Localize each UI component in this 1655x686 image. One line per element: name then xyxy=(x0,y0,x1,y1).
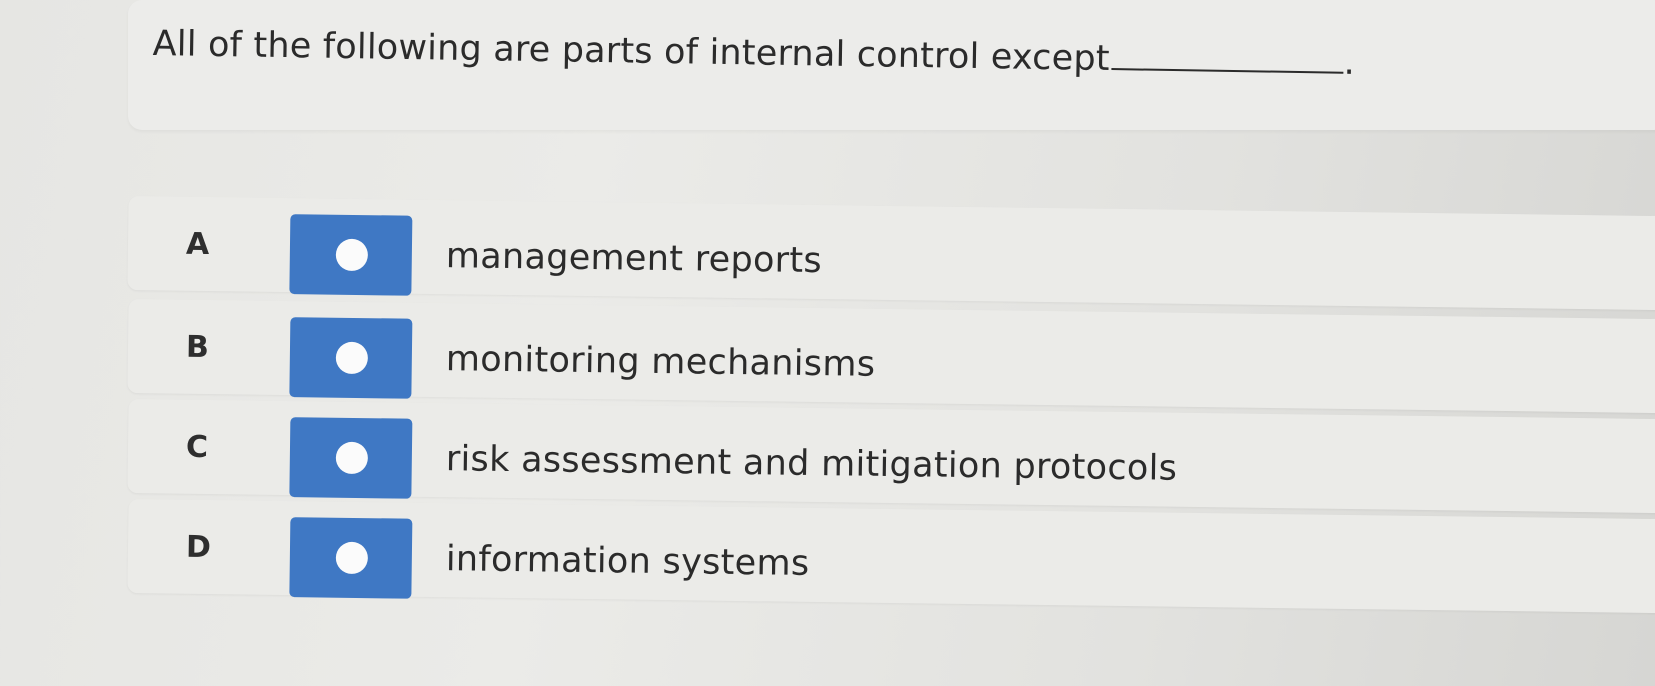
radio-button-a[interactable] xyxy=(289,214,413,296)
radio-button-icon xyxy=(335,238,369,272)
radio-button-c[interactable] xyxy=(289,417,413,499)
answer-option-a[interactable]: A management reports xyxy=(127,196,1655,311)
answer-option-b[interactable]: B monitoring mechanisms xyxy=(127,299,1655,414)
answer-text: monitoring mechanisms xyxy=(445,339,876,385)
radio-button-b[interactable] xyxy=(289,317,413,399)
answer-text: risk assessment and mitigation protocols xyxy=(445,439,1178,489)
answer-letter: B xyxy=(185,329,210,366)
answer-option-c[interactable]: C risk assessment and mitigation protoco… xyxy=(127,399,1655,514)
answer-option-d[interactable]: D information systems xyxy=(127,499,1655,614)
answer-text: information systems xyxy=(445,539,810,584)
answer-letter: A xyxy=(185,226,210,263)
answer-letter: D xyxy=(185,529,212,566)
question-end-punctuation: . xyxy=(1343,42,1356,83)
answer-letter: C xyxy=(185,429,209,466)
answer-text: management reports xyxy=(445,236,823,282)
radio-button-icon xyxy=(335,441,369,475)
radio-button-icon xyxy=(335,541,369,575)
radio-button-icon xyxy=(335,341,369,375)
answer-blank xyxy=(1111,66,1344,74)
radio-button-d[interactable] xyxy=(289,517,413,599)
